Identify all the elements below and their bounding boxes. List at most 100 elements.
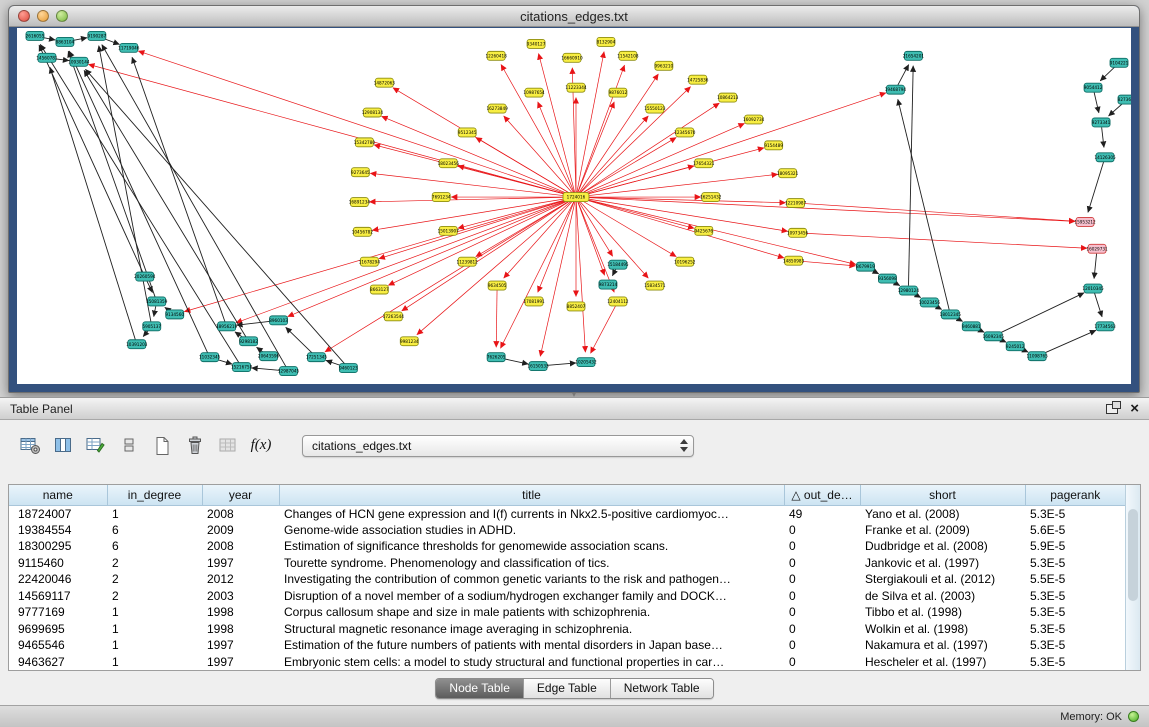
- graph-node[interactable]: 9154489: [764, 141, 783, 150]
- cell-in_degree[interactable]: 1: [107, 654, 202, 671]
- cell-title[interactable]: Corpus callosum shape and size in male p…: [279, 604, 784, 621]
- table-row[interactable]: 946362711997Embryonic stem cells: a mode…: [9, 654, 1125, 671]
- cell-out_degree[interactable]: 0: [784, 538, 860, 555]
- tab-edge-table[interactable]: Edge Table: [523, 679, 610, 698]
- cell-short[interactable]: Yano et al. (2008): [860, 505, 1025, 522]
- cell-in_degree[interactable]: 2: [107, 571, 202, 588]
- graph-edge[interactable]: [898, 65, 909, 86]
- graph-node[interactable]: 9981234: [400, 337, 419, 346]
- graph-node[interactable]: 16092734: [743, 115, 765, 124]
- float-panel-icon[interactable]: [1106, 404, 1118, 414]
- table-scrollbar[interactable]: [1125, 485, 1140, 670]
- graph-node[interactable]: 10391203: [126, 340, 148, 349]
- graph-node[interactable]: 12210987: [785, 199, 807, 208]
- cell-name[interactable]: 14569117: [9, 588, 107, 605]
- cell-short[interactable]: de Silva et al. (2003): [860, 588, 1025, 605]
- cell-in_degree[interactable]: 1: [107, 621, 202, 638]
- graph-node[interactable]: 9273341: [1092, 118, 1111, 127]
- network-graph[interactable]: 1724016162514329425676101962521583457112…: [17, 28, 1131, 384]
- graph-node[interactable]: 11223344: [565, 83, 587, 92]
- graph-edge[interactable]: [581, 198, 788, 231]
- graph-edge[interactable]: [132, 57, 225, 321]
- graph-edge[interactable]: [898, 99, 949, 309]
- cell-short[interactable]: Nakamura et al. (1997): [860, 637, 1025, 654]
- zoom-window-button[interactable]: [56, 10, 68, 22]
- graph-node[interactable]: 18095321: [777, 169, 799, 178]
- cell-out_degree[interactable]: 0: [784, 637, 860, 654]
- graph-edge[interactable]: [369, 197, 571, 202]
- graph-node[interactable]: 9873214: [599, 280, 618, 289]
- graph-node[interactable]: 11719046: [118, 43, 140, 52]
- graph-edge[interactable]: [539, 54, 575, 193]
- graph-node[interactable]: 17654321: [693, 159, 715, 168]
- memory-status-icon[interactable]: [1128, 711, 1139, 722]
- graph-node[interactable]: 15834571: [644, 281, 666, 290]
- graph-edge[interactable]: [540, 202, 575, 356]
- cell-name[interactable]: 9777169: [9, 604, 107, 621]
- cell-name[interactable]: 9465546: [9, 637, 107, 654]
- graph-edge[interactable]: [501, 64, 573, 192]
- graph-node[interactable]: 10023456: [919, 298, 941, 307]
- graph-edge[interactable]: [154, 306, 156, 316]
- graph-node[interactable]: 8679919: [856, 262, 875, 271]
- graph-node[interactable]: 14560781: [36, 53, 58, 62]
- cell-short[interactable]: Jankovic et al. (1997): [860, 555, 1025, 572]
- table-row[interactable]: 2242004622012Investigating the contribut…: [9, 571, 1125, 588]
- cell-year[interactable]: 2009: [202, 522, 279, 539]
- graph-node[interactable]: 14872063: [374, 78, 396, 87]
- graph-edge[interactable]: [538, 202, 574, 293]
- graph-node[interactable]: 5905137: [142, 322, 161, 331]
- graph-node[interactable]: 11098765: [1027, 352, 1049, 361]
- cell-out_degree[interactable]: 0: [784, 604, 860, 621]
- graph-node[interactable]: 18012345: [940, 310, 962, 319]
- graph-edge[interactable]: [998, 293, 1084, 334]
- graph-node[interactable]: 11678294: [359, 257, 381, 266]
- cell-in_degree[interactable]: 6: [107, 538, 202, 555]
- graph-node[interactable]: 17081991: [523, 297, 545, 306]
- table-settings-icon[interactable]: [18, 435, 42, 457]
- tab-node-table[interactable]: Node Table: [436, 679, 523, 698]
- cell-pagerank[interactable]: 5.5E-5: [1025, 571, 1125, 588]
- graph-node[interactable]: 2616055: [26, 31, 45, 40]
- minimize-window-button[interactable]: [37, 10, 49, 22]
- graph-node[interactable]: 8960103: [269, 316, 288, 325]
- graph-edge[interactable]: [370, 173, 571, 196]
- cell-out_degree[interactable]: 0: [784, 588, 860, 605]
- window-titlebar[interactable]: citations_edges.txt: [9, 6, 1139, 27]
- table-row[interactable]: 1938455462009Genome-wide association stu…: [9, 522, 1125, 539]
- graph-node[interactable]: 18956219: [216, 322, 238, 331]
- cell-pagerank[interactable]: 5.3E-5: [1025, 588, 1125, 605]
- graph-node[interactable]: 7626205: [487, 353, 506, 362]
- column-header-in_degree[interactable]: in_degree: [107, 485, 202, 505]
- graph-node[interactable]: 16029731: [1086, 244, 1108, 253]
- graph-node[interactable]: 10973456: [787, 228, 809, 237]
- graph-node[interactable]: 10196252: [674, 257, 696, 266]
- graph-node[interactable]: 10205432: [575, 358, 597, 367]
- cell-in_degree[interactable]: 2: [107, 588, 202, 605]
- import-table-icon[interactable]: [216, 435, 240, 457]
- cell-in_degree[interactable]: 6: [107, 522, 202, 539]
- cell-pagerank[interactable]: 5.6E-5: [1025, 522, 1125, 539]
- graph-edge[interactable]: [1088, 162, 1104, 212]
- graph-edge[interactable]: [496, 291, 497, 348]
- graph-edge[interactable]: [578, 202, 614, 293]
- cell-title[interactable]: Estimation of significance thresholds fo…: [279, 538, 784, 555]
- cell-short[interactable]: Hescheler et al. (1997): [860, 654, 1025, 671]
- cell-year[interactable]: 2003: [202, 588, 279, 605]
- graph-edge[interactable]: [578, 202, 605, 275]
- graph-node[interactable]: 9245012: [1006, 342, 1025, 351]
- cell-title[interactable]: Changes of HCN gene expression and I(f) …: [279, 505, 784, 522]
- cell-out_degree[interactable]: 0: [784, 522, 860, 539]
- cell-title[interactable]: Investigating the contribution of common…: [279, 571, 784, 588]
- cell-year[interactable]: 1997: [202, 555, 279, 572]
- cell-name[interactable]: 9115460: [9, 555, 107, 572]
- graph-node[interactable]: 17734563: [1094, 322, 1116, 331]
- graph-node[interactable]: 10987654: [523, 88, 545, 97]
- cell-pagerank[interactable]: 5.3E-5: [1025, 505, 1125, 522]
- graph-node[interactable]: 9134560: [165, 310, 184, 319]
- graph-node[interactable]: 11239812: [457, 257, 479, 266]
- graph-node[interactable]: 9104221: [1110, 58, 1129, 67]
- table-row[interactable]: 1456911722003Disruption of a novel membe…: [9, 588, 1125, 605]
- graph-edge[interactable]: [803, 233, 1087, 248]
- cell-in_degree[interactable]: 1: [107, 604, 202, 621]
